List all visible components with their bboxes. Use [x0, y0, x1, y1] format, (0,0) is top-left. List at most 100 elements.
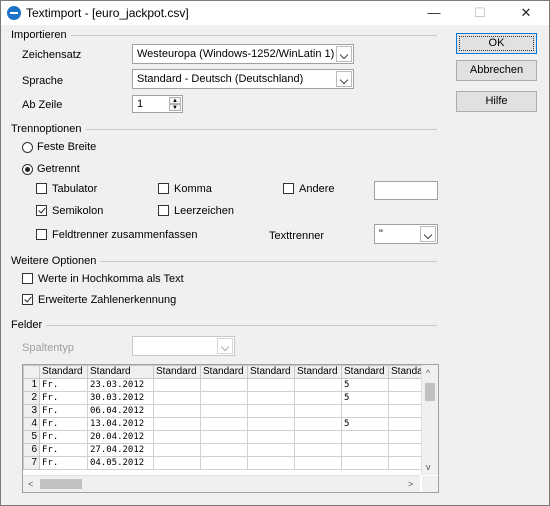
tab-checkbox[interactable] [36, 183, 47, 194]
grid-cell[interactable] [200, 430, 248, 444]
column-header[interactable]: Standard [247, 365, 295, 379]
grid-cell[interactable] [294, 443, 342, 457]
charset-select[interactable]: Westeuropa (Windows-1252/WinLatin 1) [132, 44, 354, 64]
column-header[interactable]: Standard [200, 365, 248, 379]
row-number[interactable]: 5 [23, 430, 40, 444]
quoted-as-text-label[interactable]: Werte in Hochkomma als Text [38, 273, 184, 285]
chevron-down-icon[interactable] [336, 46, 352, 62]
merge-delimiters-checkbox[interactable] [36, 229, 47, 240]
grid-cell[interactable] [294, 430, 342, 444]
text-delimiter-select[interactable]: " [374, 224, 438, 244]
column-header[interactable]: Standard [153, 365, 201, 379]
row-number[interactable]: 3 [23, 404, 40, 418]
column-header[interactable]: Standard [87, 365, 154, 379]
ok-button[interactable]: OK [456, 33, 537, 54]
grid-cell[interactable]: 5 [341, 391, 389, 405]
other-label[interactable]: Andere [299, 183, 334, 195]
grid-cell[interactable]: 13.04.2012 [87, 417, 154, 431]
column-header[interactable]: Standard [39, 365, 88, 379]
column-type-select[interactable] [132, 336, 235, 356]
separated-label[interactable]: Getrennt [37, 163, 80, 175]
grid-cell[interactable] [247, 378, 295, 392]
grid-cell[interactable] [294, 417, 342, 431]
grid-cell[interactable]: 27.04.2012 [87, 443, 154, 457]
minimize-button[interactable]: — [411, 1, 457, 25]
grid-cell[interactable] [294, 404, 342, 418]
comma-label[interactable]: Komma [174, 183, 212, 195]
grid-cell[interactable] [153, 417, 201, 431]
space-checkbox[interactable] [158, 205, 169, 216]
chevron-down-icon[interactable] [217, 338, 233, 354]
grid-cell[interactable] [247, 456, 295, 470]
grid-cell[interactable] [294, 391, 342, 405]
table-row[interactable]: 7 Fr. 04.05.2012 [23, 456, 436, 470]
row-number[interactable]: 6 [23, 443, 40, 457]
grid-cell[interactable] [294, 456, 342, 470]
grid-cell[interactable]: Fr. [39, 404, 88, 418]
horizontal-scrollbar[interactable]: < > [23, 475, 420, 492]
grid-cell[interactable] [341, 430, 389, 444]
grid-cell[interactable] [341, 443, 389, 457]
grid-cell[interactable] [341, 456, 389, 470]
scroll-left-icon[interactable]: < [28, 479, 33, 489]
grid-cell[interactable] [153, 430, 201, 444]
spin-down-icon[interactable]: ▼ [169, 104, 181, 111]
grid-cell[interactable] [153, 378, 201, 392]
column-header[interactable]: Standard [341, 365, 389, 379]
table-row[interactable]: 3 Fr. 06.04.2012 [23, 404, 436, 418]
row-number[interactable]: 4 [23, 417, 40, 431]
space-label[interactable]: Leerzeichen [174, 205, 234, 217]
grid-cell[interactable] [200, 378, 248, 392]
from-row-spinner[interactable]: 1 ▲ ▼ [132, 95, 183, 113]
grid-cell[interactable]: Fr. [39, 417, 88, 431]
spin-up-icon[interactable]: ▲ [169, 97, 181, 104]
chevron-down-icon[interactable] [336, 71, 352, 87]
horizontal-scroll-thumb[interactable] [40, 479, 82, 489]
merge-delimiters-label[interactable]: Feldtrenner zusammenfassen [52, 229, 198, 241]
chevron-down-icon[interactable] [420, 226, 436, 242]
grid-cell[interactable] [200, 391, 248, 405]
cancel-button[interactable]: Abbrechen [456, 60, 537, 81]
tab-label[interactable]: Tabulator [52, 183, 97, 195]
table-row[interactable]: 1 Fr. 23.03.2012 5 [23, 378, 436, 392]
scroll-down-icon[interactable]: v [426, 462, 431, 472]
vertical-scrollbar[interactable]: ^ v [421, 365, 438, 475]
grid-cell[interactable] [200, 456, 248, 470]
column-header[interactable]: Standard [294, 365, 342, 379]
grid-cell[interactable] [153, 456, 201, 470]
detect-numbers-checkbox[interactable] [22, 294, 33, 305]
table-row[interactable]: 4 Fr. 13.04.2012 5 [23, 417, 436, 431]
separated-radio[interactable] [22, 164, 33, 175]
close-button[interactable]: ✕ [503, 1, 549, 25]
scroll-up-icon[interactable]: ^ [426, 368, 430, 378]
scroll-right-icon[interactable]: > [408, 479, 413, 489]
grid-cell[interactable]: 20.04.2012 [87, 430, 154, 444]
maximize-button[interactable]: ☐ [457, 1, 503, 25]
grid-cell[interactable] [153, 443, 201, 457]
detect-numbers-label[interactable]: Erweiterte Zahlenerkennung [38, 294, 176, 306]
other-checkbox[interactable] [283, 183, 294, 194]
grid-cell[interactable]: Fr. [39, 391, 88, 405]
comma-checkbox[interactable] [158, 183, 169, 194]
grid-cell[interactable]: Fr. [39, 443, 88, 457]
grid-cell[interactable] [247, 404, 295, 418]
grid-cell[interactable]: 5 [341, 417, 389, 431]
quoted-as-text-checkbox[interactable] [22, 273, 33, 284]
language-select[interactable]: Standard - Deutsch (Deutschland) [132, 69, 354, 89]
grid-cell[interactable]: 23.03.2012 [87, 378, 154, 392]
row-number[interactable]: 7 [23, 456, 40, 470]
fixed-width-label[interactable]: Feste Breite [37, 141, 96, 153]
grid-cell[interactable] [247, 417, 295, 431]
row-number[interactable]: 1 [23, 378, 40, 392]
grid-cell[interactable] [247, 443, 295, 457]
grid-cell[interactable]: Fr. [39, 430, 88, 444]
grid-cell[interactable]: 5 [341, 378, 389, 392]
grid-cell[interactable] [200, 443, 248, 457]
grid-cell[interactable]: Fr. [39, 378, 88, 392]
semicolon-label[interactable]: Semikolon [52, 205, 103, 217]
preview-grid[interactable]: Standard Standard Standard Standard Standard… [22, 364, 439, 493]
grid-corner-cell[interactable] [23, 365, 40, 379]
fixed-width-radio[interactable] [22, 142, 33, 153]
grid-cell[interactable]: 04.05.2012 [87, 456, 154, 470]
grid-cell[interactable] [200, 417, 248, 431]
